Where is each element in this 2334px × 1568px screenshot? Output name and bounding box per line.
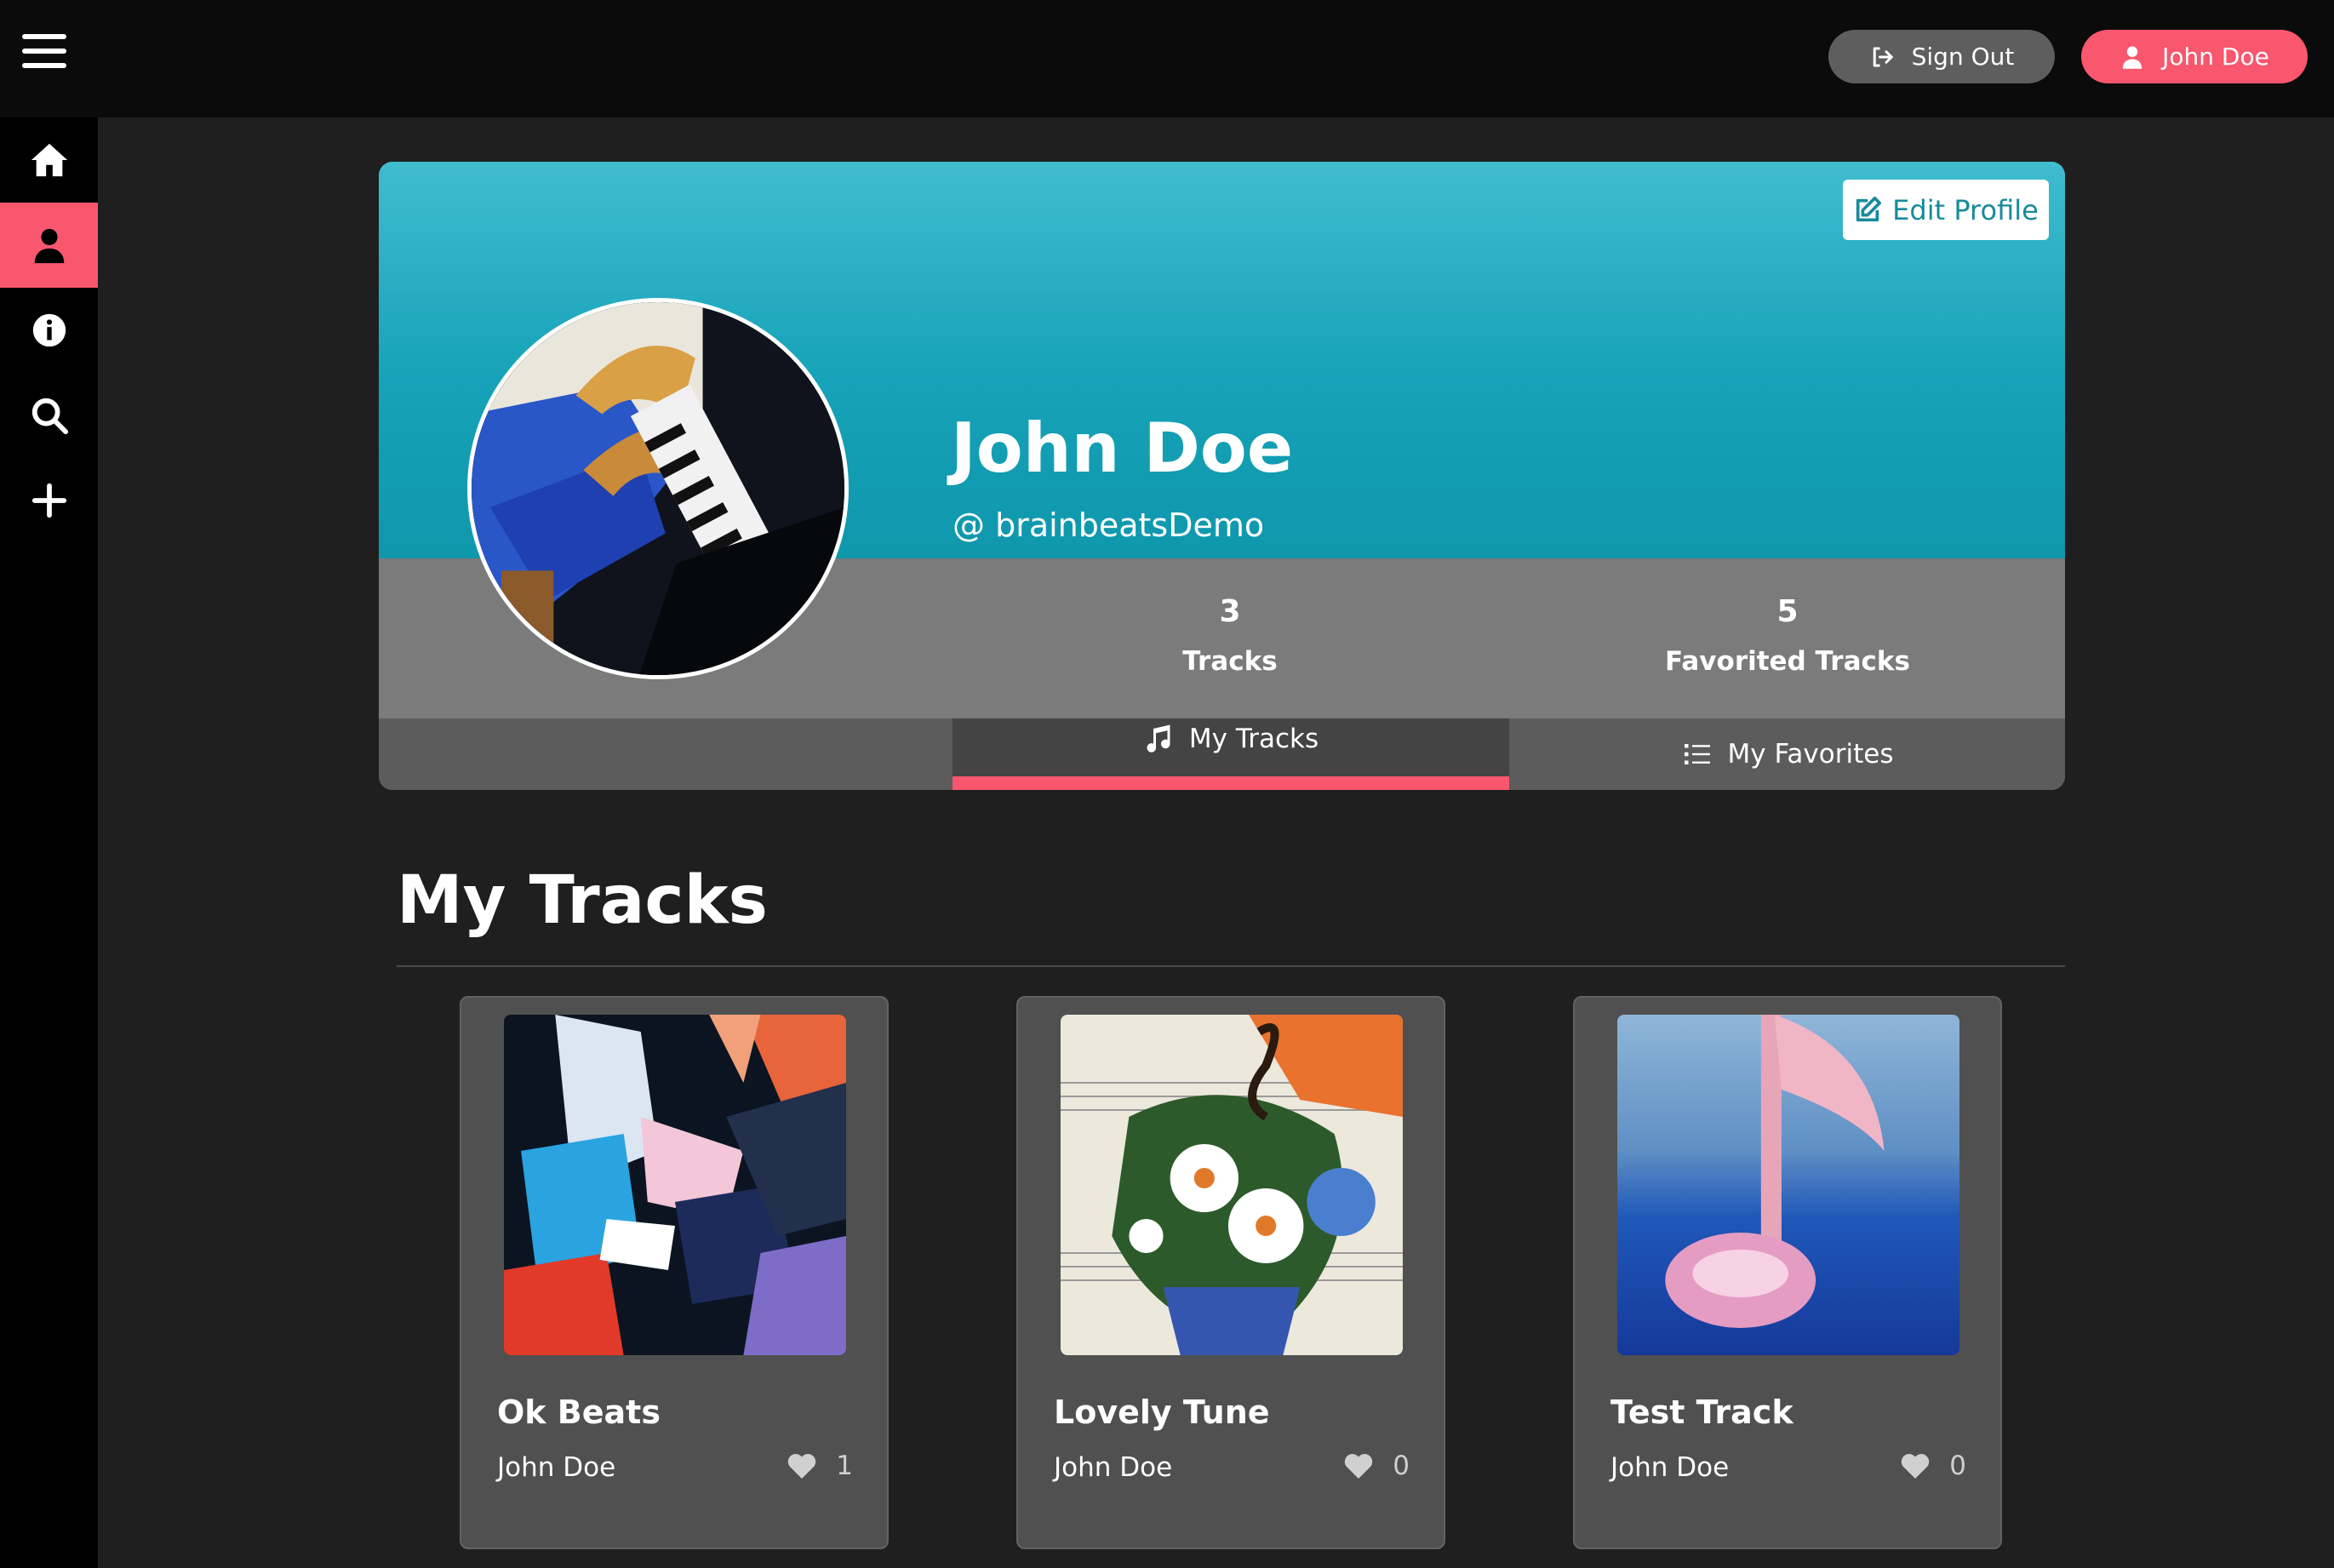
profile-handle: @ brainbeatsDemo <box>952 506 1265 544</box>
list-icon <box>1684 744 1710 764</box>
track-artwork <box>1061 1015 1403 1355</box>
heart-icon <box>1345 1454 1373 1479</box>
track-artwork <box>1617 1015 1959 1355</box>
tracks-count: 3 <box>1219 594 1241 629</box>
track-card[interactable]: Test Track John Doe 0 <box>1573 996 2002 1549</box>
search-icon <box>31 398 68 435</box>
tab-my-tracks-label: My Tracks <box>1188 724 1319 754</box>
heart-icon <box>788 1454 816 1479</box>
section-divider <box>397 965 2065 967</box>
track-title: Lovely Tune <box>1054 1393 1270 1431</box>
top-bar: Sign Out John Doe <box>0 0 2334 117</box>
edit-profile-button[interactable]: Edit Profile <box>1843 180 2049 240</box>
track-title: Ok Beats <box>497 1393 661 1431</box>
profile-tabs: My Tracks My Favorites <box>379 718 2065 790</box>
edit-profile-label: Edit Profile <box>1892 193 2039 226</box>
sidebar-item-about[interactable] <box>0 288 98 373</box>
user-icon <box>2122 46 2142 69</box>
info-icon <box>32 313 66 347</box>
sidebar-item-search[interactable] <box>0 373 98 458</box>
track-title: Test Track <box>1610 1393 1793 1431</box>
like-count: 1 <box>836 1451 853 1481</box>
favorites-count: 5 <box>1776 594 1799 629</box>
track-artist: John Doe <box>1054 1452 1173 1483</box>
track-card[interactable]: Lovely Tune John Doe 0 <box>1016 996 1445 1549</box>
avatar <box>467 298 849 679</box>
favorites-label: Favorited Tracks <box>1665 646 1910 677</box>
sign-out-button[interactable]: Sign Out <box>1828 30 2055 83</box>
sidebar-item-profile[interactable] <box>0 203 98 288</box>
music-note-icon <box>1147 724 1170 753</box>
heart-icon <box>1902 1454 1930 1479</box>
like-button[interactable]: 1 <box>787 1451 853 1481</box>
track-card[interactable]: Ok Beats John Doe 1 <box>460 996 889 1549</box>
sidebar-item-create[interactable] <box>0 458 98 543</box>
track-artist: John Doe <box>1610 1452 1730 1483</box>
tab-my-tracks[interactable]: My Tracks <box>952 718 1509 790</box>
user-menu-button[interactable]: John Doe <box>2081 30 2308 83</box>
sidebar-item-home[interactable] <box>0 117 98 203</box>
stat-favorited-tracks: 5 Favorited Tracks <box>1617 594 1958 677</box>
hamburger-menu-icon[interactable] <box>22 34 66 78</box>
sign-out-icon <box>1873 47 1893 66</box>
track-artwork <box>504 1015 846 1355</box>
edit-icon <box>1856 196 1882 221</box>
user-icon <box>34 228 64 264</box>
tab-my-favorites-label: My Favorites <box>1727 739 1894 770</box>
home-icon <box>31 143 67 177</box>
user-name-label: John Doe <box>2162 43 2269 71</box>
like-count: 0 <box>1393 1451 1410 1481</box>
like-button[interactable]: 0 <box>1900 1451 1966 1481</box>
stat-tracks: 3 Tracks <box>1060 594 1400 677</box>
like-count: 0 <box>1949 1451 1966 1481</box>
like-button[interactable]: 0 <box>1343 1451 1410 1481</box>
sidebar <box>0 117 98 1568</box>
track-artist: John Doe <box>497 1452 616 1483</box>
tab-my-favorites[interactable]: My Favorites <box>1509 718 2065 790</box>
sign-out-label: Sign Out <box>1911 43 2015 71</box>
active-tab-indicator <box>952 776 1509 790</box>
plus-icon <box>31 483 66 518</box>
tracks-label: Tracks <box>1182 646 1278 677</box>
profile-name: John Doe <box>951 409 1294 488</box>
section-title: My Tracks <box>397 862 768 939</box>
